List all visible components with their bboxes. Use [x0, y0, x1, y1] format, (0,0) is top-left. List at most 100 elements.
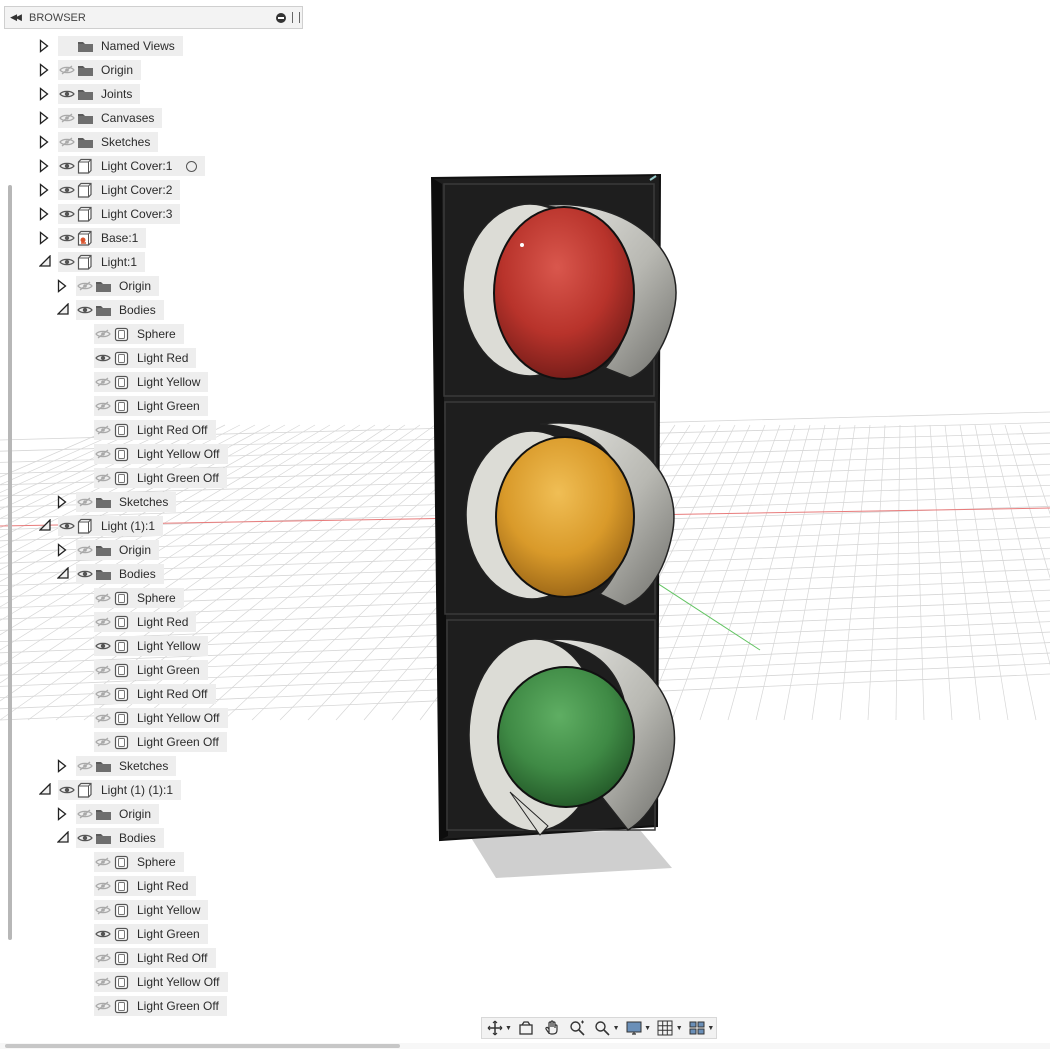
eye-icon[interactable]	[58, 783, 76, 797]
eye-icon[interactable]	[58, 159, 76, 173]
eye-hidden-icon[interactable]	[94, 903, 112, 917]
tree-node[interactable]: Light Red	[94, 348, 197, 368]
tree-node[interactable]: Light Yellow	[94, 636, 209, 656]
eye-hidden-icon[interactable]	[76, 807, 94, 821]
tree-node[interactable]: Sphere	[94, 588, 184, 608]
eye-hidden-icon[interactable]	[94, 879, 112, 893]
tree-node[interactable]: Light (1):1	[58, 516, 164, 536]
eye-hidden-icon[interactable]	[94, 975, 112, 989]
tree-node[interactable]: Light Yellow Off	[94, 708, 228, 728]
expand-arrow-icon[interactable]	[39, 111, 51, 125]
tree-node[interactable]: Named Views	[58, 36, 183, 56]
eye-hidden-icon[interactable]	[94, 687, 112, 701]
expand-arrow-icon[interactable]	[39, 87, 51, 101]
tree-node[interactable]: Light Red	[94, 612, 197, 632]
eye-icon[interactable]	[76, 567, 94, 581]
expand-arrow-icon[interactable]	[57, 807, 69, 821]
tree-node[interactable]: Light Green	[94, 396, 208, 416]
tree-node[interactable]: Base:1	[58, 228, 147, 248]
tree-node[interactable]: Sphere	[94, 852, 184, 872]
eye-hidden-icon[interactable]	[94, 591, 112, 605]
display-settings-icon[interactable]	[623, 1019, 645, 1037]
tree-node[interactable]: Light Green Off	[94, 468, 227, 488]
collapse-browser-button[interactable]: ◀◀	[5, 12, 25, 23]
tree-node[interactable]: Light:1	[58, 252, 146, 272]
minimize-browser-button[interactable]	[276, 12, 286, 23]
tree-node[interactable]: Light Red	[94, 876, 197, 896]
eye-hidden-icon[interactable]	[94, 327, 112, 341]
collapse-arrow-icon[interactable]	[39, 783, 51, 797]
fit-icon[interactable]	[591, 1019, 613, 1037]
tree-node[interactable]: Light Cover:2	[58, 180, 181, 200]
eye-hidden-icon[interactable]	[76, 543, 94, 557]
eye-hidden-icon[interactable]	[94, 447, 112, 461]
tree-node[interactable]: Sketches	[76, 756, 177, 776]
tree-node[interactable]: Light (1) (1):1	[58, 780, 182, 800]
panel-resize-handle[interactable]	[292, 12, 300, 23]
tree-node[interactable]: Light Yellow Off	[94, 972, 228, 992]
tree-node[interactable]: Light Red Off	[94, 420, 216, 440]
tree-node[interactable]: Canvases	[58, 108, 163, 128]
tree-node[interactable]: Light Yellow	[94, 372, 209, 392]
tree-node[interactable]: Light Green	[94, 660, 208, 680]
tree-node[interactable]: Light Green Off	[94, 732, 227, 752]
collapse-arrow-icon[interactable]	[57, 567, 69, 581]
eye-icon[interactable]	[94, 639, 112, 653]
eye-icon[interactable]	[58, 231, 76, 245]
eye-hidden-icon[interactable]	[94, 951, 112, 965]
eye-hidden-icon[interactable]	[94, 855, 112, 869]
tree-node[interactable]: Origin	[76, 276, 160, 296]
expand-arrow-icon[interactable]	[57, 543, 69, 557]
eye-icon[interactable]	[58, 255, 76, 269]
orbit-icon[interactable]	[484, 1019, 506, 1037]
chevron-down-icon[interactable]: ▼	[676, 1025, 683, 1032]
tree-node[interactable]: Light Yellow Off	[94, 444, 228, 464]
chevron-down-icon[interactable]: ▼	[707, 1025, 714, 1032]
expand-arrow-icon[interactable]	[57, 759, 69, 773]
eye-icon[interactable]	[58, 207, 76, 221]
eye-icon[interactable]	[94, 351, 112, 365]
tree-node[interactable]: Bodies	[76, 300, 164, 320]
eye-hidden-icon[interactable]	[76, 279, 94, 293]
collapse-arrow-icon[interactable]	[39, 255, 51, 269]
eye-icon[interactable]	[58, 87, 76, 101]
eye-icon[interactable]	[94, 927, 112, 941]
expand-arrow-icon[interactable]	[57, 495, 69, 509]
eye-icon[interactable]	[76, 831, 94, 845]
tree-node[interactable]: Light Yellow	[94, 900, 209, 920]
tree-node[interactable]: Sketches	[76, 492, 177, 512]
tree-node[interactable]: Origin	[76, 540, 160, 560]
tree-node[interactable]: Sphere	[94, 324, 184, 344]
tree-node[interactable]: Light Red Off	[94, 684, 216, 704]
eye-icon[interactable]	[58, 183, 76, 197]
collapse-arrow-icon[interactable]	[57, 831, 69, 845]
tree-node[interactable]: Bodies	[76, 828, 164, 848]
eye-icon[interactable]	[58, 519, 76, 533]
tree-node[interactable]: Light Cover:3	[58, 204, 181, 224]
eye-hidden-icon[interactable]	[94, 711, 112, 725]
eye-hidden-icon[interactable]	[94, 615, 112, 629]
expand-arrow-icon[interactable]	[39, 39, 51, 53]
grid-settings-icon[interactable]	[654, 1019, 676, 1037]
tree-node[interactable]: Light Green Off	[94, 996, 227, 1016]
expand-arrow-icon[interactable]	[39, 63, 51, 77]
tree-node[interactable]: Sketches	[58, 132, 159, 152]
tree-node[interactable]: Light Green	[94, 924, 208, 944]
eye-icon[interactable]	[76, 303, 94, 317]
expand-arrow-icon[interactable]	[39, 207, 51, 221]
expand-arrow-icon[interactable]	[39, 159, 51, 173]
viewports-icon[interactable]	[686, 1019, 708, 1037]
traffic-light-model[interactable]	[430, 173, 677, 842]
tree-node[interactable]: Joints	[58, 84, 141, 104]
activate-radio-icon[interactable]	[186, 160, 198, 172]
tree-node[interactable]: Light Red Off	[94, 948, 216, 968]
eye-hidden-icon[interactable]	[94, 735, 112, 749]
expand-arrow-icon[interactable]	[39, 183, 51, 197]
eye-hidden-icon[interactable]	[58, 111, 76, 125]
eye-hidden-icon[interactable]	[76, 759, 94, 773]
eye-hidden-icon[interactable]	[94, 663, 112, 677]
eye-hidden-icon[interactable]	[58, 63, 76, 77]
eye-hidden-icon[interactable]	[94, 375, 112, 389]
look-at-icon[interactable]	[515, 1019, 537, 1037]
browser-scrollbar[interactable]	[8, 185, 12, 940]
